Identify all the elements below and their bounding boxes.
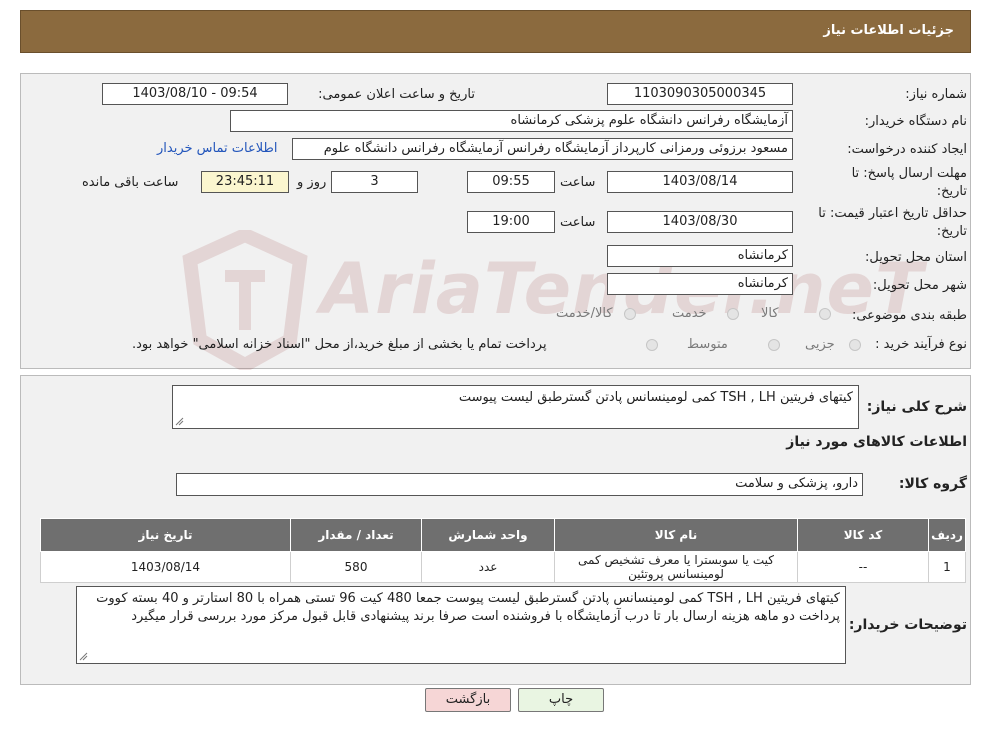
- page-header: جزئیات اطلاعات نیاز: [20, 10, 971, 53]
- deadline-date-field: 1403/08/14: [607, 171, 793, 193]
- resize-grip-icon[interactable]: [175, 417, 184, 426]
- deadline-days-label: روز و: [297, 175, 327, 190]
- summary-text: کیتهای فریتین TSH , LH کمی لومینسانس پاد…: [458, 390, 853, 405]
- category-option-goods-service: کالا/خدمت: [556, 306, 613, 321]
- cell-date: 1403/08/14: [40, 551, 291, 583]
- category-option-service: خدمت: [672, 306, 707, 321]
- city-field: کرمانشاه: [607, 273, 793, 295]
- announce-field: 1403/08/10 - 09:54: [102, 83, 288, 105]
- need-number-label: شماره نیاز:: [905, 87, 967, 102]
- back-button[interactable]: بازگشت: [425, 688, 511, 712]
- goods-table-header: ردیف کد کالا نام کالا واحد شمارش تعداد /…: [40, 518, 966, 552]
- validity-label-date: تاریخ:: [936, 224, 967, 239]
- deadline-time-label: ساعت: [560, 175, 596, 190]
- process-option-minor: جزیی: [805, 337, 835, 352]
- goods-table: ردیف کد کالا نام کالا واحد شمارش تعداد /…: [40, 518, 966, 583]
- deadline-label: مهلت ارسال پاسخ: تا: [851, 166, 967, 181]
- category-label: طبقه بندی موضوعی:: [851, 308, 967, 323]
- cell-qty: 580: [290, 551, 422, 583]
- col-name: نام کالا: [554, 518, 798, 552]
- buyer-notes-text: کیتهای فریتین TSH , LH کمی لومینسانس پاد…: [96, 591, 840, 624]
- summary-textarea[interactable]: کیتهای فریتین TSH , LH کمی لومینسانس پاد…: [172, 385, 859, 429]
- col-code: کد کالا: [797, 518, 929, 552]
- validity-date-field: 1403/08/30: [607, 211, 793, 233]
- page-title: جزئیات اطلاعات نیاز: [823, 23, 954, 38]
- buyer-notes-textarea[interactable]: کیتهای فریتین TSH , LH کمی لومینسانس پاد…: [76, 586, 846, 664]
- buyer-contact-link[interactable]: اطلاعات تماس خریدار: [157, 141, 277, 156]
- validity-label: حداقل تاریخ اعتبار قیمت: تا: [818, 206, 967, 221]
- summary-label: شرح کلی نیاز:: [866, 399, 967, 415]
- deadline-time-field: 09:55: [467, 171, 555, 193]
- validity-time-field: 19:00: [467, 211, 555, 233]
- buyer-org-field: آزمایشگاه رفرانس دانشگاه علوم پزشکی کرما…: [230, 110, 793, 132]
- announce-label: تاریخ و ساعت اعلان عمومی:: [318, 87, 475, 102]
- process-radio-minor[interactable]: [849, 339, 861, 351]
- province-field: کرمانشاه: [607, 245, 793, 267]
- remaining-time-field: 23:45:11: [201, 171, 289, 193]
- goods-group-field: دارو، پزشکی و سلامت: [176, 473, 863, 496]
- creator-label: ایجاد کننده درخواست:: [847, 142, 967, 157]
- goods-group-label: گروه کالا:: [898, 476, 967, 492]
- buyer-org-label: نام دستگاه خریدار:: [864, 114, 967, 129]
- print-button[interactable]: چاپ: [518, 688, 604, 712]
- validity-time-label: ساعت: [560, 215, 596, 230]
- category-radio-goods[interactable]: [819, 308, 831, 320]
- col-qty: تعداد / مقدار: [290, 518, 422, 552]
- buyer-notes-label: توضیحات خریدار:: [848, 617, 967, 633]
- city-label: شهر محل تحویل:: [872, 278, 967, 293]
- cell-name: کیت یا سوبسترا یا معرف تشخیص کمی لومینسا…: [554, 551, 798, 583]
- table-row: 1 -- کیت یا سوبسترا یا معرف تشخیص کمی لو…: [40, 551, 966, 583]
- category-radio-service[interactable]: [727, 308, 739, 320]
- cell-unit: عدد: [421, 551, 555, 583]
- category-option-goods: کالا: [761, 306, 779, 321]
- goods-info-title: اطلاعات کالاهای مورد نیاز: [786, 434, 967, 450]
- province-label: استان محل تحویل:: [865, 250, 967, 265]
- process-radio-treasury[interactable]: [646, 339, 658, 351]
- process-option-medium: متوسط: [687, 337, 728, 352]
- process-note: پرداخت تمام یا بخشی از مبلغ خرید،از محل …: [132, 337, 547, 352]
- col-row: ردیف: [928, 518, 966, 552]
- cell-row: 1: [928, 551, 966, 583]
- cell-code: --: [797, 551, 929, 583]
- col-date: تاریخ نیاز: [40, 518, 291, 552]
- need-number-field: 1103090305000345: [607, 83, 793, 105]
- deadline-label-date: تاریخ:: [936, 184, 967, 199]
- process-label: نوع فرآیند خرید :: [875, 337, 967, 352]
- col-unit: واحد شمارش: [421, 518, 555, 552]
- remaining-time-label: ساعت باقی مانده: [82, 175, 179, 190]
- resize-grip-icon[interactable]: [79, 652, 88, 661]
- category-radio-goods-service[interactable]: [624, 308, 636, 320]
- process-radio-medium[interactable]: [768, 339, 780, 351]
- creator-field: مسعود برزوئی ورمزانی کارپرداز آزمایشگاه …: [292, 138, 793, 160]
- deadline-days-field: 3: [331, 171, 418, 193]
